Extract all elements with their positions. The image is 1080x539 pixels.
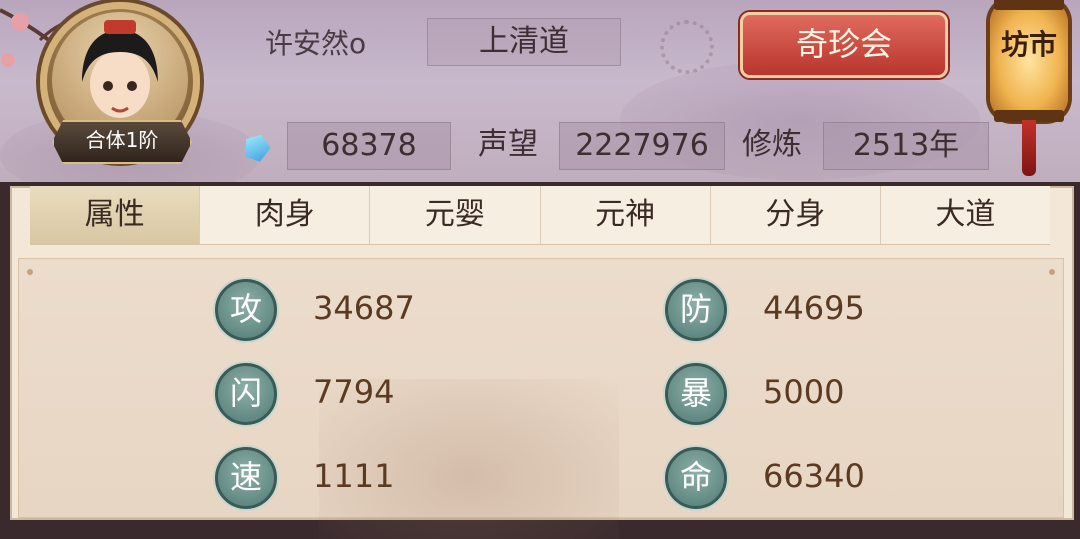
health-value: 66340 bbox=[763, 457, 865, 495]
rivet-decoration bbox=[1049, 269, 1055, 275]
dodge-icon: 闪 bbox=[215, 363, 277, 425]
attack-icon: 攻 bbox=[215, 279, 277, 341]
tab-clone[interactable]: 分身 bbox=[711, 186, 881, 244]
tab-body[interactable]: 肉身 bbox=[200, 186, 371, 244]
attribute-content: 攻 34687 防 44695 闪 7794 暴 5000 速 1111 命 6… bbox=[18, 258, 1064, 539]
sect-name: 上清道 bbox=[427, 18, 621, 66]
defense-icon: 防 bbox=[665, 279, 727, 341]
gear-decoration-icon bbox=[660, 20, 714, 74]
speed-value: 1111 bbox=[313, 457, 395, 495]
reputation-label: 声望 bbox=[478, 127, 538, 162]
treasure-fair-button[interactable]: 奇珍会 bbox=[740, 12, 948, 78]
cultivation-label: 修炼 bbox=[742, 127, 802, 162]
critical-value: 5000 bbox=[763, 373, 845, 411]
rivet-decoration bbox=[27, 269, 33, 275]
market-lantern-button[interactable]: 坊市 bbox=[990, 0, 1068, 122]
defense-value: 44695 bbox=[763, 289, 865, 327]
dodge-value: 7794 bbox=[313, 373, 395, 411]
tab-attributes[interactable]: 属性 bbox=[30, 186, 201, 244]
profile-header: 合体1阶 许安然o 上清道 奇珍会 68378 声望 2227976 修炼 25… bbox=[0, 0, 1080, 182]
speed-icon: 速 bbox=[215, 447, 277, 509]
market-lantern-label: 坊市 bbox=[1000, 28, 1057, 61]
rank-badge: 合体1阶 bbox=[52, 120, 192, 164]
tab-dao[interactable]: 大道 bbox=[881, 186, 1050, 244]
attack-value: 34687 bbox=[313, 289, 415, 327]
player-name: 许安然o bbox=[265, 27, 367, 60]
lantern-tassel bbox=[1022, 120, 1036, 176]
tab-bar: 属性 肉身 元婴 元神 分身 大道 bbox=[30, 186, 1050, 245]
cultivation-value: 2513年 bbox=[823, 122, 989, 170]
critical-icon: 暴 bbox=[665, 363, 727, 425]
tab-nascent-soul[interactable]: 元婴 bbox=[370, 186, 541, 244]
tab-spirit[interactable]: 元神 bbox=[541, 186, 711, 244]
reputation-value: 2227976 bbox=[559, 122, 725, 170]
spirit-stones-value: 68378 bbox=[287, 122, 451, 170]
lantern-cap bbox=[994, 0, 1064, 10]
health-icon: 命 bbox=[665, 447, 727, 509]
